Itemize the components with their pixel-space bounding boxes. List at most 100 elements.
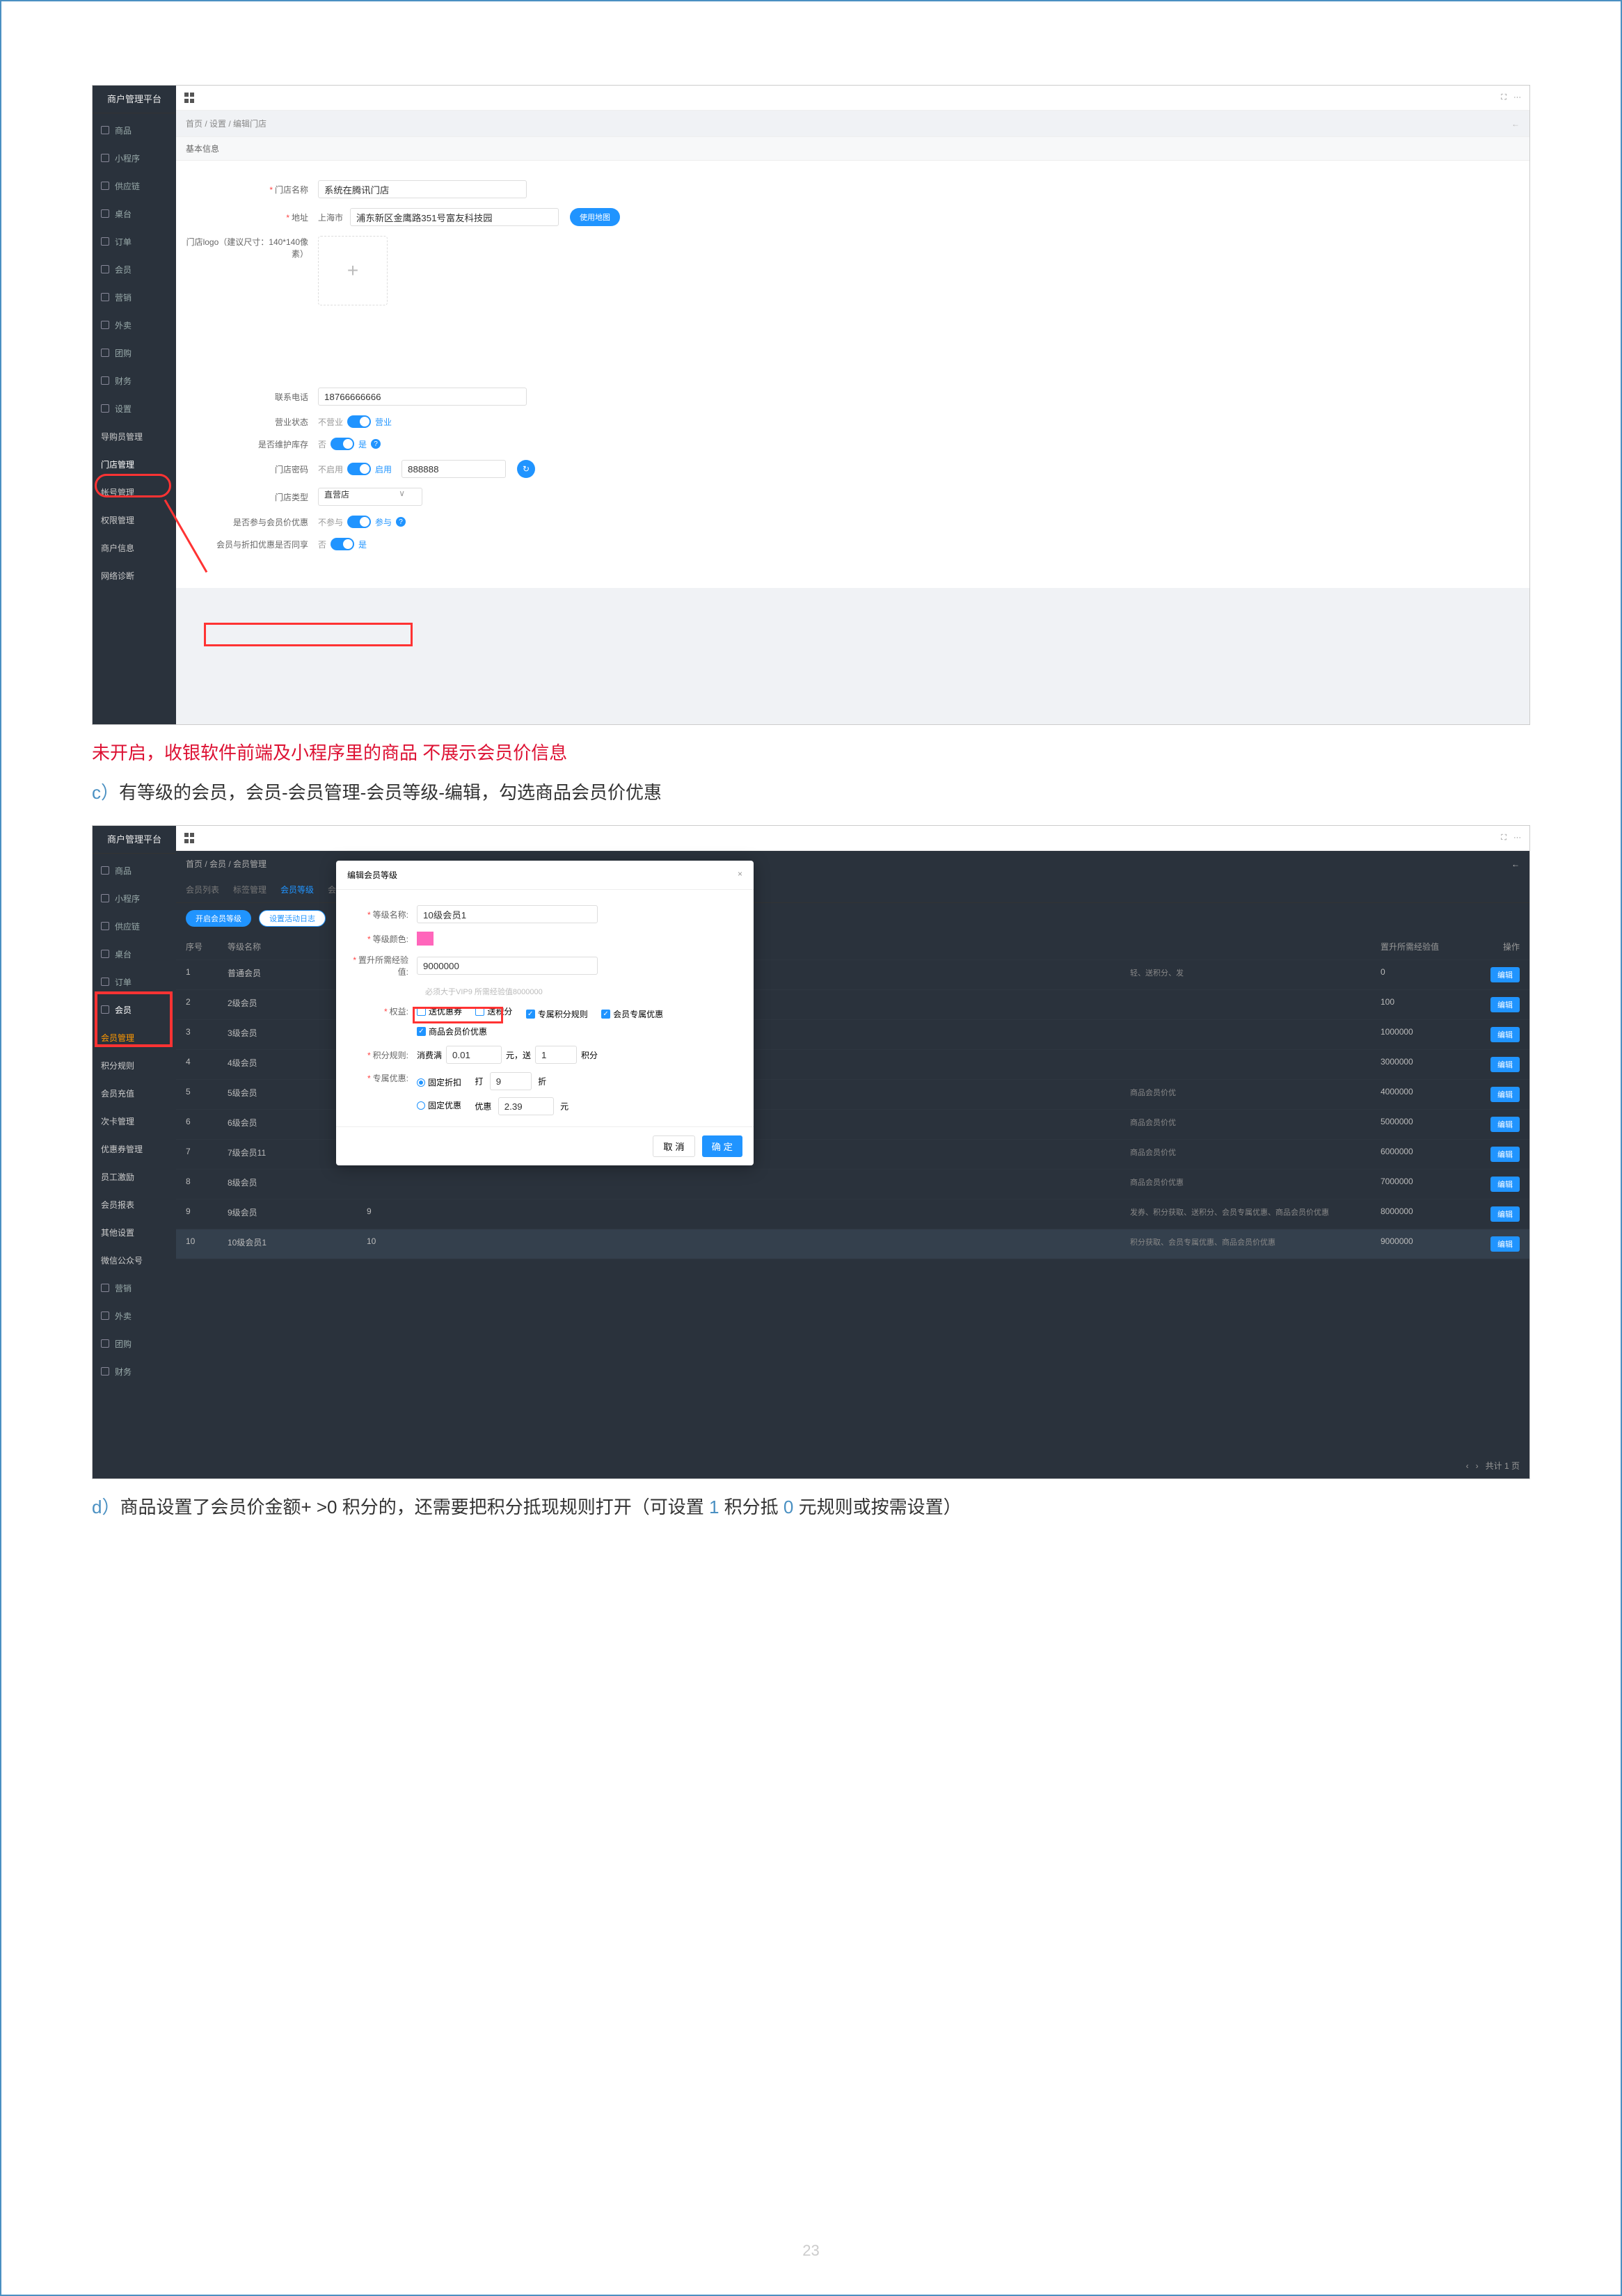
pager: ‹ › 共计 1 页 (1466, 1460, 1520, 1472)
nav-member-mgmt[interactable]: 会员管理 (93, 1023, 176, 1051)
nav-finance[interactable]: 财务 (93, 367, 176, 394)
help-icon[interactable]: ? (371, 439, 381, 449)
fullscreen-icon[interactable]: ⛶ (1501, 93, 1506, 102)
nav-group[interactable]: 团购 (93, 339, 176, 367)
edit-button[interactable]: 编辑 (1490, 1117, 1520, 1132)
give-input[interactable] (535, 1046, 577, 1064)
log-button[interactable]: 设置活动日志 (259, 910, 326, 927)
nav-wechat[interactable]: 微信公众号 (93, 1246, 176, 1274)
nav-finance[interactable]: 财务 (93, 1357, 176, 1385)
edit-button[interactable]: 编辑 (1490, 1057, 1520, 1072)
nav-settings[interactable]: 设置 (93, 394, 176, 422)
nav-miniapp[interactable]: 小程序 (93, 884, 176, 912)
enable-level-button[interactable]: 开启会员等级 (186, 910, 251, 927)
nav-member[interactable]: 会员 (93, 255, 176, 283)
nav-recharge[interactable]: 会员充值 (93, 1079, 176, 1107)
back-icon[interactable]: ← (1511, 119, 1520, 129)
back-icon[interactable]: ← (1511, 859, 1520, 869)
nav-diag[interactable]: 网络诊断 (93, 561, 176, 589)
chk-price[interactable]: ✓商品会员价优惠 (417, 1026, 487, 1037)
edit-button[interactable]: 编辑 (1490, 997, 1520, 1012)
nav-store-mgmt[interactable]: 门店管理 (93, 450, 176, 478)
more-icon[interactable]: ··· (1513, 93, 1521, 102)
apps-icon[interactable] (184, 93, 196, 104)
ok-button[interactable]: 确 定 (702, 1135, 742, 1157)
nav-coupon[interactable]: 优惠券管理 (93, 1135, 176, 1163)
tab-tag[interactable]: 标签管理 (233, 884, 267, 895)
edit-button[interactable]: 编辑 (1490, 1147, 1520, 1162)
tab-level[interactable]: 会员等级 (280, 884, 314, 895)
edit-button[interactable]: 编辑 (1490, 967, 1520, 982)
cancel-button[interactable]: 取 消 (653, 1135, 694, 1157)
brand: 商户管理平台 (93, 826, 176, 854)
nav-card[interactable]: 次卡管理 (93, 1107, 176, 1135)
help-icon[interactable]: ? (396, 517, 406, 527)
fullscreen-icon[interactable]: ⛶ (1501, 834, 1506, 843)
map-button[interactable]: 使用地图 (570, 208, 620, 226)
level-exp-input[interactable] (417, 957, 598, 975)
nav-goods[interactable]: 商品 (93, 116, 176, 144)
nav-account-mgmt[interactable]: 帐号管理 (93, 478, 176, 506)
spend-input[interactable] (446, 1046, 502, 1064)
close-icon[interactable]: × (738, 869, 742, 881)
nav-group[interactable]: 团购 (93, 1330, 176, 1357)
page-next[interactable]: › (1476, 1461, 1479, 1471)
nav-member[interactable]: 会员 (93, 996, 176, 1023)
radio-fixed-amount[interactable]: 固定优惠 (417, 1099, 461, 1111)
nav-table[interactable]: 桌台 (93, 940, 176, 968)
nav-perm-mgmt[interactable]: 权限管理 (93, 506, 176, 534)
nav-order[interactable]: 订单 (93, 228, 176, 255)
address-input[interactable] (350, 208, 559, 226)
logo-upload[interactable]: + (318, 236, 388, 305)
nav-supply[interactable]: 供应链 (93, 172, 176, 200)
nav-other[interactable]: 其他设置 (93, 1218, 176, 1246)
nav-miniapp[interactable]: 小程序 (93, 144, 176, 172)
store-name-input[interactable] (318, 180, 527, 198)
nav-table[interactable]: 桌台 (93, 200, 176, 228)
open-toggle[interactable]: 不营业 营业 (318, 415, 392, 428)
chk-coupon[interactable]: 送优惠券 (417, 1005, 462, 1017)
pwd-input[interactable] (401, 460, 506, 478)
nav-report[interactable]: 会员报表 (93, 1190, 176, 1218)
nav-point-rule[interactable]: 积分规则 (93, 1051, 176, 1079)
topbar: ⛶ ··· (176, 86, 1529, 111)
chk-member-disc[interactable]: ✓会员专属优惠 (601, 1008, 663, 1020)
level-name-input[interactable] (417, 905, 598, 923)
nav-goods[interactable]: 商品 (93, 856, 176, 884)
stock-toggle[interactable]: 否 是 (318, 438, 367, 450)
pwd-toggle[interactable]: 不启用 启用 (318, 463, 392, 475)
edit-button[interactable]: 编辑 (1490, 1177, 1520, 1192)
more-icon[interactable]: ··· (1513, 834, 1521, 843)
nav-order[interactable]: 订单 (93, 968, 176, 996)
refresh-icon[interactable]: ↻ (517, 460, 535, 478)
nav-supply[interactable]: 供应链 (93, 912, 176, 940)
nav-marketing[interactable]: 营销 (93, 1274, 176, 1302)
nav-staff[interactable]: 员工激励 (93, 1163, 176, 1190)
share-disc-label: 会员与折扣优惠是否同享 (186, 539, 318, 550)
edit-button[interactable]: 编辑 (1490, 1027, 1520, 1042)
page-prev[interactable]: ‹ (1466, 1461, 1469, 1471)
brand: 商户管理平台 (93, 86, 176, 113)
share-disc-toggle[interactable]: 否 是 (318, 538, 367, 550)
table-row: 99级会员9发券、积分获取、送积分、会员专属优惠、商品会员价优惠8000000编… (176, 1199, 1529, 1229)
type-select[interactable]: 直营店 ∨ (318, 488, 422, 506)
nav-guide-mgmt[interactable]: 导购员管理 (93, 422, 176, 450)
tel-input[interactable] (318, 388, 527, 406)
nav-takeout[interactable]: 外卖 (93, 1302, 176, 1330)
nav-marketing[interactable]: 营销 (93, 283, 176, 311)
edit-button[interactable]: 编辑 (1490, 1087, 1520, 1102)
fixed-val-input[interactable] (490, 1072, 532, 1090)
radio-fixed-discount[interactable]: 固定折扣 (417, 1076, 461, 1088)
chk-points[interactable]: 送积分 (475, 1005, 512, 1017)
member-disc-toggle[interactable]: 不参与 参与 (318, 516, 392, 528)
tab-list[interactable]: 会员列表 (186, 884, 219, 895)
amount-val-input[interactable] (498, 1097, 554, 1115)
stock-label: 是否维护库存 (186, 438, 318, 450)
nav-takeout[interactable]: 外卖 (93, 311, 176, 339)
apps-icon[interactable] (184, 833, 196, 844)
edit-button[interactable]: 编辑 (1490, 1236, 1520, 1252)
color-picker[interactable] (417, 932, 434, 946)
chk-point-rule[interactable]: ✓专属积分规则 (526, 1008, 588, 1020)
nav-merchant-info[interactable]: 商户信息 (93, 534, 176, 561)
edit-button[interactable]: 编辑 (1490, 1206, 1520, 1222)
